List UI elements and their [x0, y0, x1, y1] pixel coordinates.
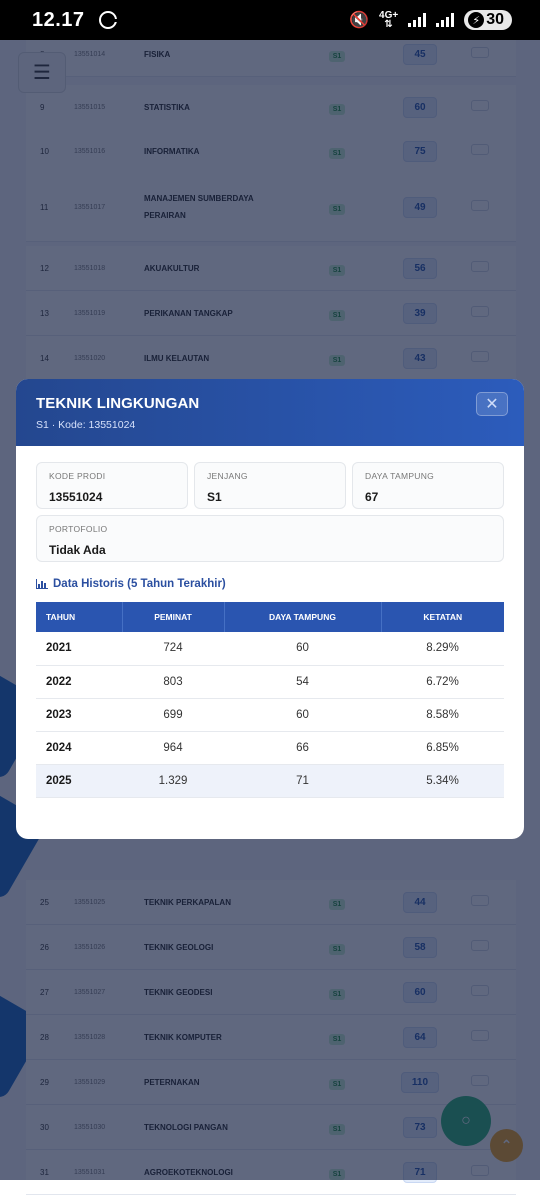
table-row: 2025 1.329 71 5.34%	[36, 764, 504, 798]
cell-tahun: 2023	[36, 698, 122, 732]
cell-tahun: 2022	[36, 665, 122, 699]
cell-peminat: 1.329	[122, 764, 224, 798]
cell-keketatan: 8.58%	[381, 698, 504, 732]
table-row: 2024 964 66 6.85%	[36, 731, 504, 765]
col-tahun: TAHUN	[36, 602, 123, 632]
history-table: TAHUN PEMINAT DAYA TAMPUNG KETATAN 2021 7…	[36, 602, 504, 798]
jenjang-card: JENJANG S1	[194, 462, 346, 509]
bar-chart-icon	[36, 579, 48, 589]
col-daya-tampung: DAYA TAMPUNG	[224, 602, 382, 632]
table-header-row: TAHUN PEMINAT DAYA TAMPUNG KETATAN	[36, 602, 504, 632]
cell-daya-tampung: 71	[224, 764, 381, 798]
cell-keketatan: 8.29%	[381, 632, 504, 666]
cell-daya-tampung: 60	[224, 632, 381, 666]
cell-keketatan: 6.72%	[381, 665, 504, 699]
table-row: 2021 724 60 8.29%	[36, 632, 504, 666]
signal-icon	[408, 13, 427, 27]
info-value: Tidak Ada	[49, 543, 106, 557]
info-label: DAYA TAMPUNG	[365, 471, 435, 481]
kode-prodi-card: KODE PRODI 13551024	[36, 462, 188, 509]
info-label: PORTOFOLIO	[49, 524, 108, 534]
col-keketatan: KETATAN	[381, 602, 504, 632]
battery-level: 30	[486, 11, 504, 28]
info-value: 13551024	[49, 490, 103, 504]
cell-keketatan: 5.34%	[381, 764, 504, 798]
cell-tahun: 2024	[36, 731, 122, 765]
cell-daya-tampung: 66	[224, 731, 381, 765]
close-icon: ✕	[485, 396, 499, 413]
portofolio-card: PORTOFOLIO Tidak Ada	[36, 515, 504, 562]
history-title-text: Data Historis (5 Tahun Terakhir)	[53, 578, 226, 590]
info-value: 67	[365, 490, 379, 504]
network-label: 4G+	[379, 10, 399, 21]
col-peminat: PEMINAT	[122, 602, 225, 632]
history-title: Data Historis (5 Tahun Terakhir)	[36, 578, 226, 590]
status-bar: 12.17 🔇 4G+ ⇅ ⚡ 30	[0, 0, 540, 40]
network-type: 4G+ ⇅	[379, 10, 399, 30]
status-time: 12.17	[32, 8, 85, 31]
info-label: KODE PRODI	[49, 471, 106, 481]
battery-indicator: ⚡ 30	[464, 10, 512, 30]
mute-icon: 🔇	[349, 12, 370, 29]
signal-icon-2	[436, 13, 455, 27]
detail-modal: TEKNIK LINGKUNGAN S1 · Kode: 13551024 ✕ …	[16, 379, 524, 839]
modal-title: TEKNIK LINGKUNGAN	[36, 395, 200, 412]
status-icons: 🔇 4G+ ⇅ ⚡ 30	[349, 10, 512, 30]
close-button[interactable]: ✕	[476, 392, 508, 416]
modal-subtitle: S1 · Kode: 13551024	[36, 419, 136, 431]
cell-peminat: 803	[122, 665, 224, 699]
cell-daya-tampung: 54	[224, 665, 381, 699]
table-row: 2023 699 60 8.58%	[36, 698, 504, 732]
charging-icon: ⚡	[468, 12, 485, 28]
modal-header: TEKNIK LINGKUNGAN S1 · Kode: 13551024 ✕	[16, 379, 524, 446]
cell-daya-tampung: 60	[224, 698, 381, 732]
info-value: S1	[207, 490, 222, 504]
table-row: 2022 803 54 6.72%	[36, 665, 504, 699]
cell-tahun: 2021	[36, 632, 122, 666]
cell-peminat: 699	[122, 698, 224, 732]
cell-peminat: 964	[122, 731, 224, 765]
cell-peminat: 724	[122, 632, 224, 666]
google-icon	[98, 11, 118, 29]
cell-keketatan: 6.85%	[381, 731, 504, 765]
cell-tahun: 2025	[36, 764, 122, 798]
info-label: JENJANG	[207, 471, 248, 481]
daya-tampung-card: DAYA TAMPUNG 67	[352, 462, 504, 509]
